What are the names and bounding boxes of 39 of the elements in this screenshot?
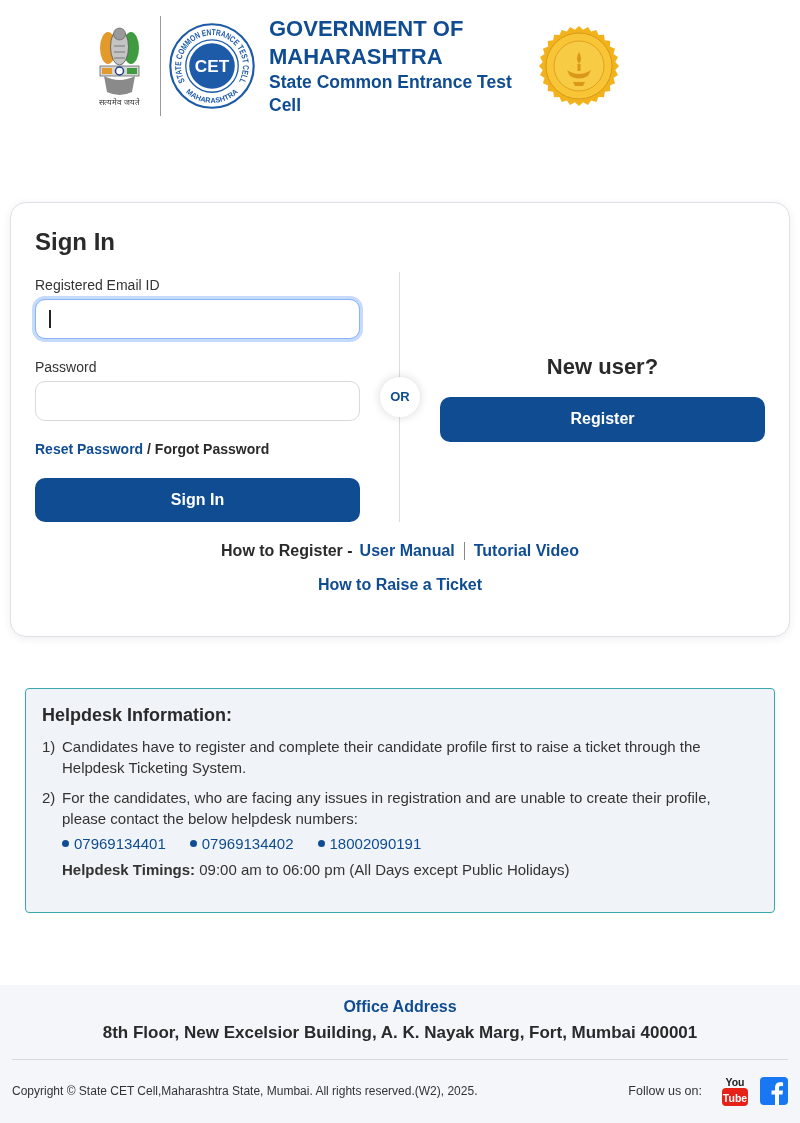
phone-link[interactable]: 07969134402 — [201, 833, 294, 854]
sign-in-heading: Sign In — [35, 227, 116, 256]
site-subtitle: State Common Entrance Test Cell — [269, 71, 513, 117]
helpdesk-heading: Helpdesk Information: — [42, 704, 234, 726]
bullet-icon — [317, 840, 325, 847]
forgot-password-link[interactable]: Forgot Password — [154, 441, 270, 457]
field-label: Registered Email ID — [35, 277, 161, 294]
reset-password-link[interactable]: Reset Password — [35, 441, 144, 457]
bullet-icon — [189, 840, 197, 847]
text-cursor-icon — [49, 310, 51, 328]
copyright-text: Copyright © State CET Cell,Maharashtra State, Mumbai. All rights reserved.(W2), 2025. — [12, 1083, 478, 1100]
helpdesk-timings: Helpdesk Timings: 09:00 am to 06:00 pm (All Days except Public Holidays) — [62, 860, 571, 880]
tutorial-video-link[interactable]: Tutorial Video — [473, 541, 579, 560]
email-field[interactable] — [35, 299, 360, 339]
seal-icon — [539, 26, 619, 106]
new-user-heading: New user? — [545, 352, 660, 380]
list-number: 1) — [42, 737, 57, 757]
site-title: GOVERNMENT OF MAHARASHTRA — [269, 15, 465, 71]
list-number: 2) — [42, 788, 57, 808]
office-address: 8th Floor, New Excelsior Building, A. K. Nayak Marg, Fort, Mumbai 400001 — [101, 1023, 699, 1043]
user-manual-link[interactable]: User Manual — [359, 541, 455, 560]
bullet-icon — [62, 840, 69, 847]
phone-link[interactable]: 07969134401 — [74, 833, 166, 854]
phone-link[interactable]: 18002090191 — [329, 833, 422, 854]
helpdesk-item-text: For the candidates, who are facing any issues in registration and are unable to create their profile, please contact the below helpdesk numbers: — [62, 788, 712, 829]
or-badge: OR — [380, 377, 420, 417]
helpdesk-item-text: Candidates have to register and complete their candidate profile first to raise a ticket through the Helpdesk Ticketing System. — [62, 737, 702, 778]
raise-ticket-link[interactable]: How to Raise a Ticket — [317, 575, 483, 594]
link-separator: / — [147, 441, 151, 457]
how-to-register-label: How to Register - — [221, 541, 353, 560]
lion-emblem-icon — [96, 24, 143, 98]
emblem-motto: सत्यमेव जयते — [99, 98, 140, 108]
field-label: Password — [35, 359, 98, 376]
register-button[interactable]: Register — [440, 396, 765, 442]
follow-label: Follow us on: — [628, 1082, 702, 1100]
office-address-heading: Office Address — [342, 997, 458, 1016]
sign-in-button[interactable]: Sign In — [35, 478, 360, 522]
password-field[interactable] — [35, 381, 360, 421]
facebook-icon[interactable] — [760, 1077, 788, 1105]
